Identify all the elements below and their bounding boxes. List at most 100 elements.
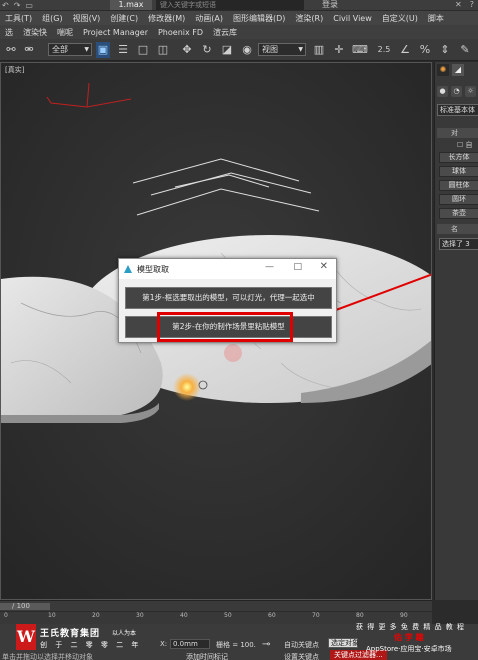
- close-icon[interactable]: ✕: [320, 261, 328, 272]
- link-icon[interactable]: ⚯: [4, 42, 18, 58]
- primitive-category-dropdown[interactable]: 标准基本体: [437, 104, 478, 116]
- plugin-menu-bar: 选 渲染快 喘呢 Project Manager Phoenix FD 渲云库: [0, 25, 478, 39]
- undo-icon[interactable]: ↶: [2, 1, 9, 10]
- set-key-label: 设置关键点: [284, 653, 319, 660]
- company-founded: 创 于 二 零 零 二 年: [40, 641, 142, 649]
- redo-icon[interactable]: ↷: [14, 1, 21, 10]
- modify-tab-icon[interactable]: ◢: [452, 64, 464, 76]
- dialog-app-icon: [124, 265, 132, 273]
- box-button[interactable]: 长方体: [439, 152, 478, 163]
- selected-object-dropdown[interactable]: 选定对象: [328, 638, 359, 648]
- grid-size-label: 栅格 = 100.: [216, 641, 256, 649]
- menu-item-phoenix-fd[interactable]: Phoenix FD: [153, 28, 208, 37]
- teapot-button[interactable]: 茶壶: [439, 208, 478, 219]
- track-tick: 80: [356, 612, 364, 619]
- percent-snap-icon[interactable]: %: [418, 42, 432, 58]
- watermark-promo: 获 得 更 多 免 费 精 品 教 程 佑 学 趣 AppStore·应用宝·安…: [356, 622, 476, 658]
- geometry-icon[interactable]: ●: [437, 86, 448, 97]
- menu-item-plugin-3[interactable]: 喘呢: [52, 27, 78, 38]
- minimize-icon[interactable]: —: [265, 262, 274, 272]
- chevron-down-icon: ▼: [84, 46, 89, 53]
- open-icon[interactable]: ▭: [25, 1, 33, 10]
- viewport-label[interactable]: [真实]: [5, 65, 24, 75]
- close-x-icon[interactable]: ✕: [455, 0, 462, 10]
- select-object-icon[interactable]: ▣: [96, 42, 110, 58]
- create-tab-icon[interactable]: ✺: [437, 64, 449, 76]
- main-toolbar: ⚯ ⚮ 全部 ▼ ▣ ☰ □ ◫ ✥ ↻ ◪ ◉ 视图 ▼ ▥ ✛ ⌨ 2.5 …: [0, 39, 478, 61]
- pivot-icon[interactable]: ▥: [312, 42, 326, 58]
- menu-item-animation[interactable]: 动画(A): [190, 13, 228, 24]
- menu-item-group[interactable]: 组(G): [37, 13, 67, 24]
- cylinder-button[interactable]: 圆柱体: [439, 180, 478, 191]
- menu-item-tools[interactable]: 工具(T): [0, 13, 37, 24]
- angle-snap-icon[interactable]: ∠: [398, 42, 412, 58]
- time-slider[interactable]: / 100: [0, 600, 432, 611]
- lights-icon[interactable]: ☼: [465, 86, 476, 97]
- scale-icon[interactable]: ◪: [220, 42, 234, 58]
- menu-item-create[interactable]: 创建(C): [105, 13, 143, 24]
- menu-item-graph-editors[interactable]: 图形编辑器(D): [228, 13, 290, 24]
- menu-item-plugin-6[interactable]: 渲云库: [208, 27, 242, 38]
- maximize-icon[interactable]: □: [293, 262, 302, 272]
- menu-item-plugin-1[interactable]: 选: [0, 27, 18, 38]
- menu-item-rendering[interactable]: 渲染(R): [290, 13, 328, 24]
- track-tick: 40: [180, 612, 188, 619]
- rollout-object-type[interactable]: 对: [437, 128, 478, 138]
- reference-coord-dropdown[interactable]: 视图 ▼: [258, 43, 306, 56]
- auto-key-label: 自动关键点: [284, 641, 319, 649]
- menu-item-civil-view[interactable]: Civil View: [328, 14, 377, 23]
- menu-item-plugin-2[interactable]: 渲染快: [18, 27, 52, 38]
- company-logo-icon: W: [16, 624, 36, 650]
- rotate-icon[interactable]: ↻: [200, 42, 214, 58]
- rollout-name-color[interactable]: 名: [437, 224, 478, 234]
- window-crossing-icon[interactable]: ◫: [156, 42, 170, 58]
- menu-item-modifiers[interactable]: 修改器(M): [143, 13, 190, 24]
- search-input[interactable]: 键入关键字或短语: [156, 0, 304, 10]
- step1-copy-button[interactable]: 第1步-框选要取出的模型，可以灯光，代理一起选中: [125, 287, 332, 309]
- selection-filter-dropdown[interactable]: 全部 ▼: [48, 43, 92, 56]
- command-panel: ✺ ◢ ● ◔ ☼ 标准基本体 对 ☐ 自 长方体 球体 圆柱体 圆环 茶壶 名…: [434, 62, 478, 600]
- move-icon[interactable]: ✥: [180, 42, 194, 58]
- window-controls: ✕ ?: [455, 0, 474, 10]
- track-tick: 10: [48, 612, 56, 619]
- menu-item-project-manager[interactable]: Project Manager: [78, 28, 153, 37]
- chevron-down-icon: ▼: [298, 46, 303, 53]
- track-tick: 0: [4, 612, 8, 619]
- menu-item-views[interactable]: 视图(V): [68, 13, 106, 24]
- company-name: 王氏教育集团: [40, 629, 101, 639]
- file-tab[interactable]: 1.max: [110, 0, 152, 10]
- track-tick: 60: [268, 612, 276, 619]
- selection-filter-value: 全部: [52, 45, 68, 54]
- auto-grid-checkbox[interactable]: ☐ 自: [457, 140, 473, 150]
- track-tick: 30: [136, 612, 144, 619]
- select-manipulate-icon[interactable]: ✛: [332, 42, 346, 58]
- sphere-button[interactable]: 球体: [439, 166, 478, 177]
- quick-access-toolbar: ↶ ↷ ▭: [2, 0, 33, 10]
- menu-item-scripting[interactable]: 脚本: [423, 13, 449, 24]
- unlink-icon[interactable]: ⚮: [22, 42, 36, 58]
- login-button[interactable]: 登录: [322, 0, 338, 10]
- watermark-company: W 王氏教育集团 以人为本 创 于 二 零 零 二 年: [16, 624, 156, 654]
- create-category-row: ● ◔ ☼: [437, 86, 476, 97]
- named-selection-icon[interactable]: ✎: [458, 42, 472, 58]
- snap-toggle[interactable]: 2.5: [374, 42, 394, 58]
- torus-button[interactable]: 圆环: [439, 194, 478, 205]
- select-by-name-icon[interactable]: ☰: [116, 42, 130, 58]
- auto-grid-label: 自: [465, 141, 473, 149]
- object-name-field[interactable]: 选择了 3: [439, 238, 478, 250]
- rect-selection-icon[interactable]: □: [136, 42, 150, 58]
- help-icon[interactable]: ?: [470, 0, 474, 10]
- key-icon[interactable]: ⊸: [262, 639, 270, 650]
- add-time-tag[interactable]: 添加时间标记: [186, 652, 228, 660]
- dialog-title: 模型取取: [137, 265, 169, 274]
- dialog-titlebar[interactable]: 模型取取 — □ ✕: [119, 259, 336, 279]
- shapes-icon[interactable]: ◔: [451, 86, 462, 97]
- x-coord-field[interactable]: 0.0mm: [170, 639, 210, 649]
- track-tick: 50: [224, 612, 232, 619]
- promo-line: 获 得 更 多 免 费 精 品 教 程: [356, 623, 466, 631]
- menu-item-customize[interactable]: 自定义(U): [377, 13, 423, 24]
- spinner-snap-icon[interactable]: ⇕: [438, 42, 452, 58]
- keyboard-shortcut-icon[interactable]: ⌨: [352, 42, 368, 58]
- track-tick: 70: [312, 612, 320, 619]
- place-icon[interactable]: ◉: [240, 42, 254, 58]
